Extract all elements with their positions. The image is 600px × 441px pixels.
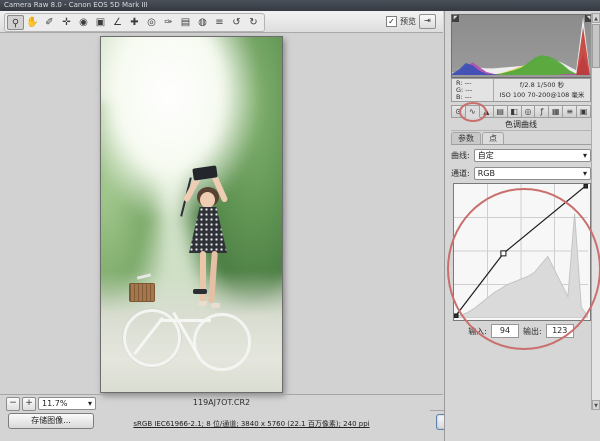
spot-removal-tool-icon[interactable]: ✚ (126, 15, 143, 30)
zoom-level-value: 11.7% (42, 398, 67, 409)
zoom-in-button[interactable]: + (22, 397, 36, 411)
red-eye-tool-icon[interactable]: ◎ (143, 15, 160, 30)
zoom-out-button[interactable]: − (6, 397, 20, 411)
zoom-level-select[interactable]: 11.7% ▾ (38, 397, 96, 410)
curve-preset-select[interactable]: 自定 ▾ (474, 149, 591, 162)
subtab-参数[interactable]: 参数 (451, 132, 481, 144)
preview-label: 预览 (400, 16, 416, 27)
chevron-down-icon: ▾ (583, 150, 587, 161)
scroll-up-arrow-icon[interactable]: ▲ (592, 13, 600, 23)
title-bar[interactable]: Camera Raw 8.0 - Canon EOS 5D Mark III (0, 0, 600, 11)
zoom-tool-icon[interactable]: ⚲ (7, 15, 24, 30)
photo-bicycle-saddle (193, 289, 207, 294)
input-label: 输入: (468, 326, 487, 337)
tab-detail[interactable]: ▲ (480, 105, 494, 118)
toolbar: ⚲✋✐✛◉▣∠✚◎✑▤◍≡↺↻ ✓ 预览 ⇥ (0, 11, 443, 33)
white-balance-tool-icon[interactable]: ✐ (41, 15, 58, 30)
photo-face (200, 192, 215, 208)
tab-presets[interactable]: ≡ (563, 105, 577, 118)
tab-split-toning[interactable]: ◧ (508, 105, 522, 118)
input-field[interactable]: 94 (491, 324, 519, 338)
tool-group: ⚲✋✐✛◉▣∠✚◎✑▤◍≡↺↻ (4, 13, 265, 32)
panel-scrollbar[interactable]: ▲ ▼ (591, 13, 600, 410)
preferences-tool-icon[interactable]: ≡ (211, 15, 228, 30)
panel-tab-strip: ⊙∿▲▤◧◎ƒ▦≡▣ (451, 105, 591, 118)
window-title: Camera Raw 8.0 - Canon EOS 5D Mark III (4, 1, 148, 9)
photo-bicycle-basket (129, 283, 155, 302)
photo-bicycle-frame (159, 319, 211, 322)
tab-hsl-grayscale[interactable]: ▤ (494, 105, 508, 118)
shadow-clipping-warning[interactable]: ◤ (452, 15, 459, 22)
graduated-filter-tool-icon[interactable]: ▤ (177, 15, 194, 30)
curve-io-row: 输入: 94 输出: 123 (451, 324, 591, 338)
tab-camera-calibration[interactable]: ▦ (549, 105, 563, 118)
preview-checkbox[interactable]: ✓ (386, 16, 397, 27)
output-label: 输出: (523, 326, 542, 337)
color-sampler-tool-icon[interactable]: ✛ (58, 15, 75, 30)
tab-effects[interactable]: ƒ (535, 105, 549, 118)
image-info: R: --- G: --- B: --- f/2.8 1/500 秒 ISO 1… (451, 78, 591, 102)
tone-curve-editor[interactable] (453, 183, 591, 321)
channel-select[interactable]: RGB ▾ (474, 167, 591, 180)
rotate-right-tool-icon[interactable]: ↻ (245, 15, 262, 30)
tab-basic[interactable]: ⊙ (451, 105, 466, 118)
scrollbar-thumb[interactable] (592, 24, 600, 68)
camera-raw-dialog: Camera Raw 8.0 - Canon EOS 5D Mark III ⚲… (0, 0, 600, 441)
channel-value: RGB (478, 168, 495, 179)
hand-tool-icon[interactable]: ✋ (24, 15, 41, 30)
panel-title: 色调曲线 (451, 119, 591, 131)
output-field[interactable]: 123 (546, 324, 574, 338)
photo-shoe (198, 301, 207, 306)
footer-divider (0, 394, 443, 395)
photo-preview[interactable] (100, 36, 283, 393)
curve-subtabs: 参数点 (451, 132, 591, 145)
photo-sky (100, 36, 255, 215)
rotate-left-tool-icon[interactable]: ↺ (228, 15, 245, 30)
scroll-down-arrow-icon[interactable]: ▼ (592, 400, 600, 410)
curve-preset-value: 自定 (478, 150, 494, 161)
right-panel: ◤ ◥ R: --- G: --- B: --- f/2.8 1/500 秒 I… (444, 11, 600, 441)
exif-lens: ISO 100 70-200@108 毫米 (494, 90, 590, 100)
preview-canvas[interactable] (0, 33, 443, 394)
tab-tone-curve[interactable]: ∿ (466, 105, 480, 118)
curve-label: 曲线: (451, 150, 470, 161)
targeted-adjustment-tool-icon[interactable]: ◉ (75, 15, 92, 30)
rgb-b-readout: B: --- (456, 94, 493, 101)
subtab-点[interactable]: 点 (482, 132, 504, 144)
tone-curve-plot (454, 184, 588, 318)
tab-lens-corrections[interactable]: ◎ (522, 105, 536, 118)
exif-exposure: f/2.8 1/500 秒 (494, 80, 590, 90)
chevron-down-icon: ▾ (583, 168, 587, 179)
tab-snapshots[interactable]: ▣ (577, 105, 591, 118)
radial-filter-tool-icon[interactable]: ◍ (194, 15, 211, 30)
zoom-controls: − + 11.7% ▾ (6, 397, 96, 410)
crop-tool-icon[interactable]: ▣ (92, 15, 109, 30)
fullscreen-toggle-button[interactable]: ⇥ (419, 14, 436, 29)
photo-shoe (211, 303, 220, 308)
adjustment-brush-tool-icon[interactable]: ✑ (160, 15, 177, 30)
photo-bicycle-front-wheel (123, 309, 181, 367)
photo-leg (200, 251, 206, 303)
straighten-tool-icon[interactable]: ∠ (109, 15, 126, 30)
channel-label: 通道: (451, 168, 470, 179)
histogram-plot (452, 15, 590, 75)
chevron-down-icon: ▾ (88, 398, 92, 409)
workflow-options-link[interactable]: sRGB IEC61966-2.1; 8 位/通道; 3840 x 5760 (… (60, 419, 443, 429)
histogram[interactable]: ◤ ◥ (451, 14, 593, 78)
